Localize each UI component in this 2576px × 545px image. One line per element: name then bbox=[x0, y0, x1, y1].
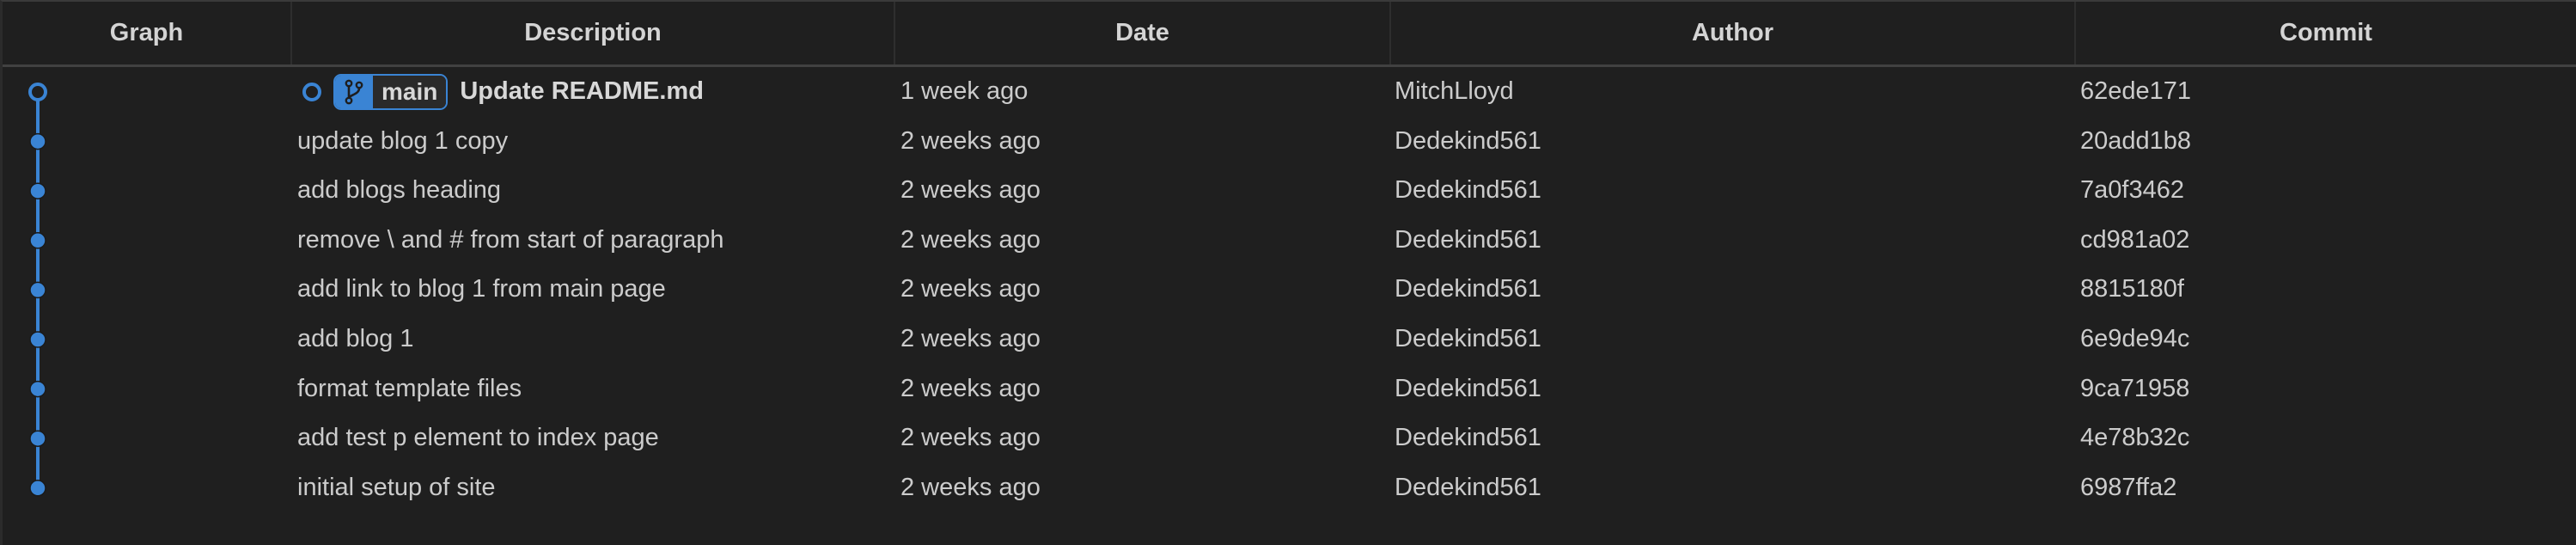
commit-hash[interactable]: 6e9de94c bbox=[2080, 315, 2189, 364]
commit-hash[interactable]: 7a0f3462 bbox=[2080, 166, 2184, 216]
commit-message: add blogs heading bbox=[297, 176, 502, 205]
commit-row[interactable]: add blog 1 2 weeks ago Dedekind561 6e9de… bbox=[3, 315, 2576, 364]
commit-row[interactable]: main Update README.md 1 week ago MitchLl… bbox=[3, 67, 2576, 117]
commit-author: Dedekind561 bbox=[1395, 126, 1541, 155]
branch-badge[interactable]: main bbox=[333, 73, 449, 110]
commit-hash[interactable]: 9ca71958 bbox=[2080, 364, 2189, 414]
commit-date: 1 week ago bbox=[900, 77, 1029, 105]
commit-row[interactable]: add test p element to index page 2 weeks… bbox=[3, 413, 2576, 463]
git-graph-panel: Graph Description Date Author Commit mai… bbox=[0, 0, 2576, 545]
column-header-author[interactable]: Author bbox=[1391, 2, 2076, 64]
commit-hash[interactable]: 8815180f bbox=[2080, 265, 2184, 315]
commit-message: add blog 1 bbox=[297, 325, 414, 352]
commit-author: Dedekind561 bbox=[1395, 275, 1541, 303]
commit-message: format template files bbox=[297, 374, 522, 402]
commit-author: Dedekind561 bbox=[1395, 176, 1541, 205]
commit-date: 2 weeks ago bbox=[900, 126, 1041, 155]
commit-author: Dedekind561 bbox=[1395, 473, 1541, 501]
commit-row[interactable]: initial setup of site 2 weeks ago Dedeki… bbox=[3, 463, 2576, 513]
column-header-description[interactable]: Description bbox=[292, 2, 895, 64]
commit-message: remove \ and # from start of paragraph bbox=[297, 225, 724, 254]
commit-message: add test p element to index page bbox=[297, 424, 659, 452]
commit-hash[interactable]: 20add1b8 bbox=[2080, 117, 2191, 167]
column-header-commit[interactable]: Commit bbox=[2076, 2, 2576, 64]
commit-date: 2 weeks ago bbox=[900, 374, 1041, 402]
commit-description-cell: main Update README.md bbox=[297, 67, 704, 117]
commit-author: Dedekind561 bbox=[1395, 374, 1541, 402]
commit-row[interactable]: update blog 1 copy 2 weeks ago Dedekind5… bbox=[3, 117, 2576, 167]
commit-hash[interactable]: 62ede171 bbox=[2080, 67, 2191, 117]
commit-message: add link to blog 1 from main page bbox=[297, 275, 666, 303]
git-branch-icon bbox=[335, 75, 373, 108]
commit-date: 2 weeks ago bbox=[900, 325, 1041, 352]
commit-hash[interactable]: cd981a02 bbox=[2080, 216, 2189, 266]
commit-message: initial setup of site bbox=[297, 473, 496, 501]
commit-hash[interactable]: 6987ffa2 bbox=[2080, 463, 2176, 513]
commit-date: 2 weeks ago bbox=[900, 176, 1041, 205]
commit-hash[interactable]: 4e78b32c bbox=[2080, 413, 2189, 463]
commit-message: Update README.md bbox=[460, 77, 704, 105]
commit-author: Dedekind561 bbox=[1395, 225, 1541, 254]
commit-row[interactable]: format template files 2 weeks ago Dedeki… bbox=[3, 364, 2576, 414]
commit-date: 2 weeks ago bbox=[900, 275, 1041, 303]
commit-author: MitchLloyd bbox=[1395, 77, 1514, 105]
column-header-graph[interactable]: Graph bbox=[3, 2, 292, 64]
commit-date: 2 weeks ago bbox=[900, 473, 1041, 501]
table-header: Graph Description Date Author Commit bbox=[3, 2, 2576, 67]
commit-row[interactable]: add link to blog 1 from main page 2 week… bbox=[3, 265, 2576, 315]
commit-date: 2 weeks ago bbox=[900, 424, 1041, 452]
commit-date: 2 weeks ago bbox=[900, 225, 1041, 254]
commit-author: Dedekind561 bbox=[1395, 424, 1541, 452]
commit-author: Dedekind561 bbox=[1395, 325, 1541, 352]
commit-row[interactable]: add blogs heading 2 weeks ago Dedekind56… bbox=[3, 166, 2576, 216]
head-commit-icon bbox=[302, 82, 321, 101]
branch-name: main bbox=[373, 75, 447, 108]
commit-message: update blog 1 copy bbox=[297, 126, 509, 155]
column-header-date[interactable]: Date bbox=[895, 2, 1391, 64]
commit-row[interactable]: remove \ and # from start of paragraph 2… bbox=[3, 216, 2576, 266]
